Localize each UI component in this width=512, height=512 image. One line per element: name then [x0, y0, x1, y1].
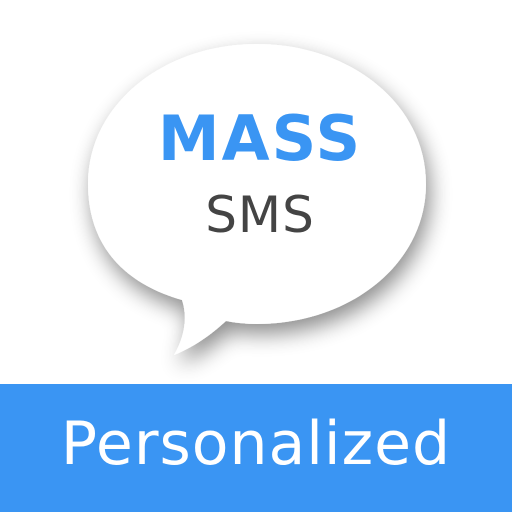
app-icon: MASS SMS Personalized — [0, 0, 512, 512]
banner-label: Personalized — [60, 409, 452, 479]
app-subtitle: SMS — [205, 186, 315, 244]
banner: Personalized — [0, 384, 512, 512]
app-title: MASS — [157, 102, 363, 175]
